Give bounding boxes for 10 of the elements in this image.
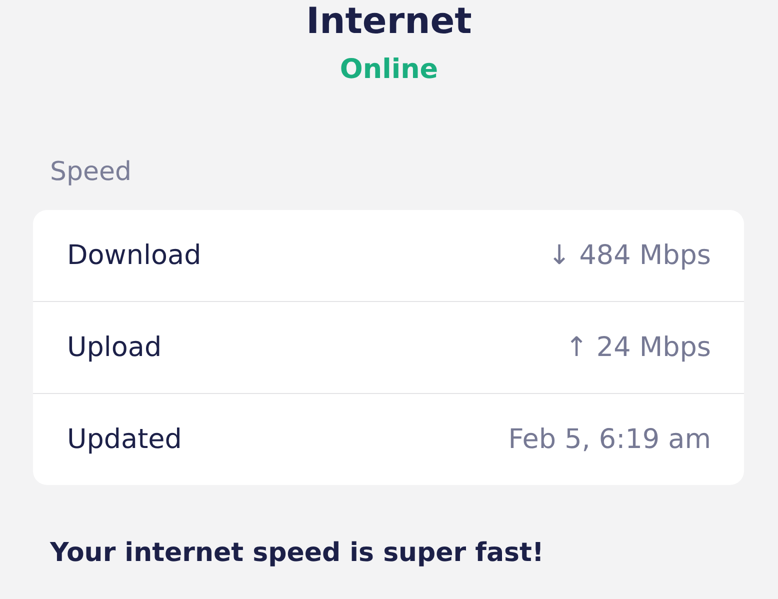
- row-label: Upload: [67, 332, 162, 363]
- section-heading: Speed: [50, 156, 133, 189]
- page-title: Internet: [306, 0, 472, 44]
- row-label: Download: [67, 240, 202, 271]
- connection-status: Online: [340, 53, 438, 87]
- row-value: ↓ 484 Mbps: [548, 240, 711, 271]
- row-value: ↑ 24 Mbps: [565, 332, 711, 363]
- row-value: Feb 5, 6:19 am: [508, 424, 711, 455]
- row-label: Updated: [67, 424, 182, 455]
- summary-heading: Your internet speed is super fast!: [50, 537, 545, 570]
